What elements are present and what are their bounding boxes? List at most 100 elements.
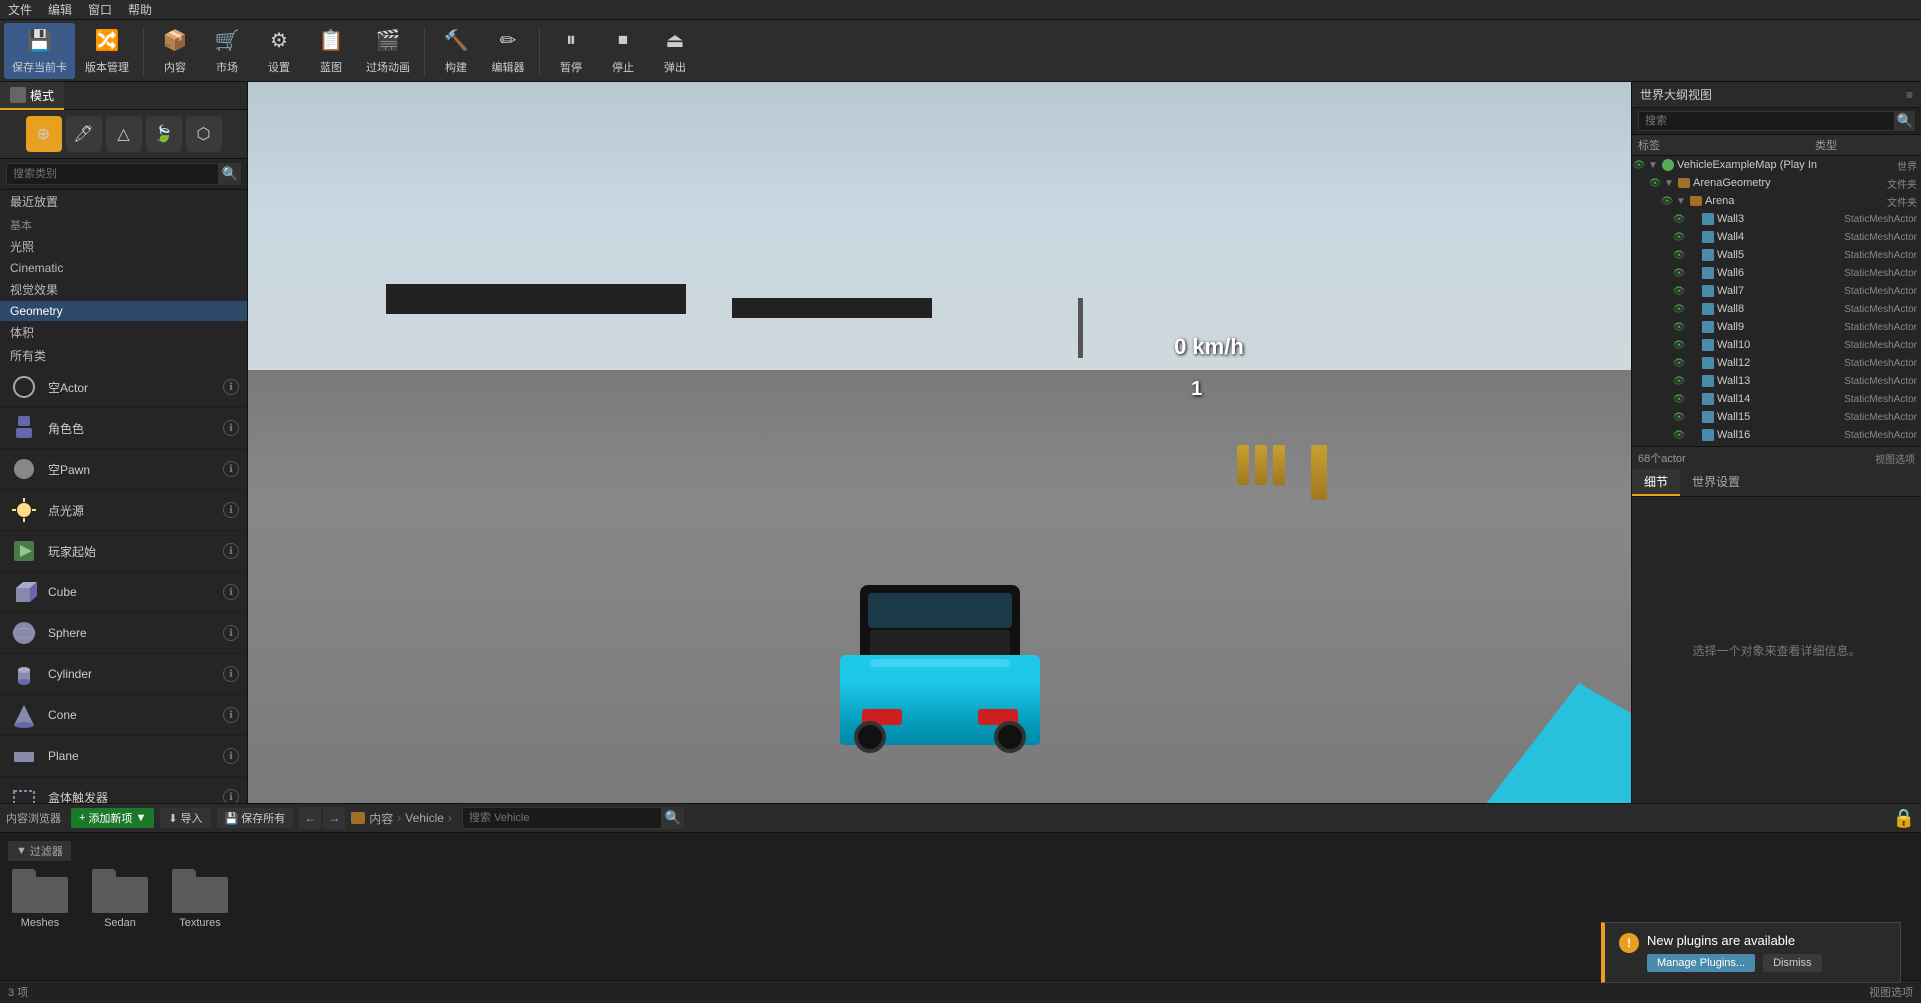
empty-actor-info[interactable]: ℹ (223, 379, 239, 395)
visibility-icon-wall7[interactable]: 👁 (1672, 284, 1686, 298)
manage-plugins-btn[interactable]: Manage Plugins... (1647, 954, 1755, 972)
toolbar-blueprint[interactable]: 📋 蓝图 (306, 23, 356, 79)
visibility-icon-wall9[interactable]: 👁 (1672, 320, 1686, 334)
visibility-icon-arena[interactable]: 👁 (1660, 194, 1674, 208)
toolbar-version[interactable]: 🔀 版本管理 (77, 23, 137, 79)
visibility-icon-wall4[interactable]: 👁 (1672, 230, 1686, 244)
toolbar-stop[interactable]: ⏹ 停止 (598, 23, 648, 79)
place-item-player-start[interactable]: 玩家起始 ℹ (0, 531, 247, 572)
visibility-icon-wall3[interactable]: 👁 (1672, 212, 1686, 226)
tree-item-wall15[interactable]: 👁 Wall15 StaticMeshActor (1632, 408, 1921, 426)
visibility-icon-wall13[interactable]: 👁 (1672, 374, 1686, 388)
save-all-btn[interactable]: 💾 保存所有 (217, 808, 294, 828)
mode-btn-landscape[interactable]: △ (106, 116, 142, 152)
nav-back-btn[interactable]: ← (299, 807, 321, 829)
dismiss-btn[interactable]: Dismiss (1763, 954, 1822, 972)
content-search-btn[interactable]: 🔍 (662, 807, 684, 829)
cube-info[interactable]: ℹ (223, 584, 239, 600)
tree-item-wall14[interactable]: 👁 Wall14 StaticMeshActor (1632, 390, 1921, 408)
filter-btn[interactable]: ▼ 过滤器 (8, 841, 71, 861)
sphere-info[interactable]: ℹ (223, 625, 239, 641)
breadcrumb-content[interactable]: 内容 (369, 810, 393, 827)
detail-tab-details[interactable]: 细节 (1632, 469, 1680, 496)
content-search-input[interactable] (462, 807, 662, 829)
outline-view-options[interactable]: 视图选项 (1875, 451, 1915, 466)
place-item-empty-pawn[interactable]: 空Pawn ℹ (0, 449, 247, 490)
category-search-input[interactable] (6, 163, 219, 185)
place-item-trigger[interactable]: 盒体触发器 ℹ (0, 777, 247, 803)
category-visual[interactable]: 视觉效果 (0, 278, 247, 301)
menu-file[interactable]: 文件 (8, 1, 32, 18)
empty-pawn-info[interactable]: ℹ (223, 461, 239, 477)
place-item-cylinder[interactable]: Cylinder ℹ (0, 654, 247, 695)
tree-item-arena[interactable]: 👁 ▼ Arena 文件夹 (1632, 192, 1921, 210)
tree-item-wall7[interactable]: 👁 Wall7 StaticMeshActor (1632, 282, 1921, 300)
place-item-plane[interactable]: Plane ℹ (0, 736, 247, 777)
tree-item-wall10[interactable]: 👁 Wall10 StaticMeshActor (1632, 336, 1921, 354)
lock-icon[interactable]: 🔒 (1893, 808, 1915, 829)
expand-arena[interactable]: ▼ (1676, 196, 1690, 207)
visibility-icon-wall15[interactable]: 👁 (1672, 410, 1686, 424)
tree-item-wall5[interactable]: 👁 Wall5 StaticMeshActor (1632, 246, 1921, 264)
place-item-cube[interactable]: Cube ℹ (0, 572, 247, 613)
menu-edit[interactable]: 编辑 (48, 1, 72, 18)
tree-item-wall13[interactable]: 👁 Wall13 StaticMeshActor (1632, 372, 1921, 390)
viewport-area[interactable]: 0 km/h 1 (248, 82, 1631, 803)
toolbar-content[interactable]: 📦 内容 (150, 23, 200, 79)
toolbar-save[interactable]: 💾 保存当前卡 (4, 23, 75, 79)
toolbar-market[interactable]: 🛒 市场 (202, 23, 252, 79)
outline-search-btn[interactable]: 🔍 (1895, 111, 1915, 131)
category-search-btn[interactable]: 🔍 (219, 163, 241, 185)
trigger-info[interactable]: ℹ (223, 789, 239, 803)
tree-item-wall12[interactable]: 👁 Wall12 StaticMeshActor (1632, 354, 1921, 372)
outline-search-input[interactable] (1638, 111, 1895, 131)
detail-tab-world-settings[interactable]: 世界设置 (1680, 469, 1752, 496)
place-item-sphere[interactable]: Sphere ℹ (0, 613, 247, 654)
folder-sedan[interactable]: Sedan (88, 869, 152, 929)
visibility-icon-wall5[interactable]: 👁 (1672, 248, 1686, 262)
expand-root[interactable]: ▼ (1648, 160, 1662, 171)
plane-info[interactable]: ℹ (223, 748, 239, 764)
mode-btn-place[interactable]: ⊕ (26, 116, 62, 152)
category-lighting[interactable]: 光照 (0, 235, 247, 258)
place-item-character[interactable]: 角色色 ℹ (0, 408, 247, 449)
place-item-empty-actor[interactable]: 空Actor ℹ (0, 367, 247, 408)
toolbar-settings[interactable]: ⚙ 设置 (254, 23, 304, 79)
menu-window[interactable]: 窗口 (88, 1, 112, 18)
visibility-icon-root[interactable]: 👁 (1632, 158, 1646, 172)
tree-item-arena-geo[interactable]: 👁 ▼ ArenaGeometry 文件夹 (1632, 174, 1921, 192)
tree-item-wall3[interactable]: 👁 Wall3 StaticMeshActor (1632, 210, 1921, 228)
folder-textures[interactable]: Textures (168, 869, 232, 929)
expand-arena-geo[interactable]: ▼ (1664, 178, 1678, 189)
toolbar-cinematic[interactable]: 🎬 过场动画 (358, 23, 418, 79)
tree-item-root[interactable]: 👁 ▼ VehicleExampleMap (Play In Editor) 世… (1632, 156, 1921, 174)
right-panel-menu[interactable]: ≡ (1906, 88, 1913, 102)
nav-forward-btn[interactable]: → (323, 807, 345, 829)
visibility-icon-wall10[interactable]: 👁 (1672, 338, 1686, 352)
category-volume[interactable]: 体积 (0, 321, 247, 344)
place-item-point-light[interactable]: 点光源 ℹ (0, 490, 247, 531)
visibility-icon-wall12[interactable]: 👁 (1672, 356, 1686, 370)
view-options-btn[interactable]: 视图选项 (1869, 984, 1913, 1000)
toolbar-editor[interactable]: ✏ 编辑器 (483, 23, 533, 79)
visibility-icon-arena-geo[interactable]: 👁 (1648, 176, 1662, 190)
mode-btn-foliage[interactable]: 🍃 (146, 116, 182, 152)
category-recent[interactable]: 最近放置 (0, 190, 247, 213)
tree-item-wall4[interactable]: 👁 Wall4 StaticMeshActor (1632, 228, 1921, 246)
cone-info[interactable]: ℹ (223, 707, 239, 723)
place-item-cone[interactable]: Cone ℹ (0, 695, 247, 736)
menu-help[interactable]: 帮助 (128, 1, 152, 18)
toolbar-eject[interactable]: ⏏ 弹出 (650, 23, 700, 79)
toolbar-pause[interactable]: ⏸ 暂停 (546, 23, 596, 79)
tree-item-wall8[interactable]: 👁 Wall8 StaticMeshActor (1632, 300, 1921, 318)
tree-item-wall6[interactable]: 👁 Wall6 StaticMeshActor (1632, 264, 1921, 282)
cylinder-info[interactable]: ℹ (223, 666, 239, 682)
toolbar-build[interactable]: 🔨 构建 (431, 23, 481, 79)
mode-btn-paint[interactable]: 🖊 (66, 116, 102, 152)
point-light-info[interactable]: ℹ (223, 502, 239, 518)
visibility-icon-wall6[interactable]: 👁 (1672, 266, 1686, 280)
tree-item-wall9[interactable]: 👁 Wall9 StaticMeshActor (1632, 318, 1921, 336)
visibility-icon-wall14[interactable]: 👁 (1672, 392, 1686, 406)
visibility-icon-wall16[interactable]: 👁 (1672, 428, 1686, 442)
mode-tab-place[interactable]: 模式 (0, 82, 64, 110)
